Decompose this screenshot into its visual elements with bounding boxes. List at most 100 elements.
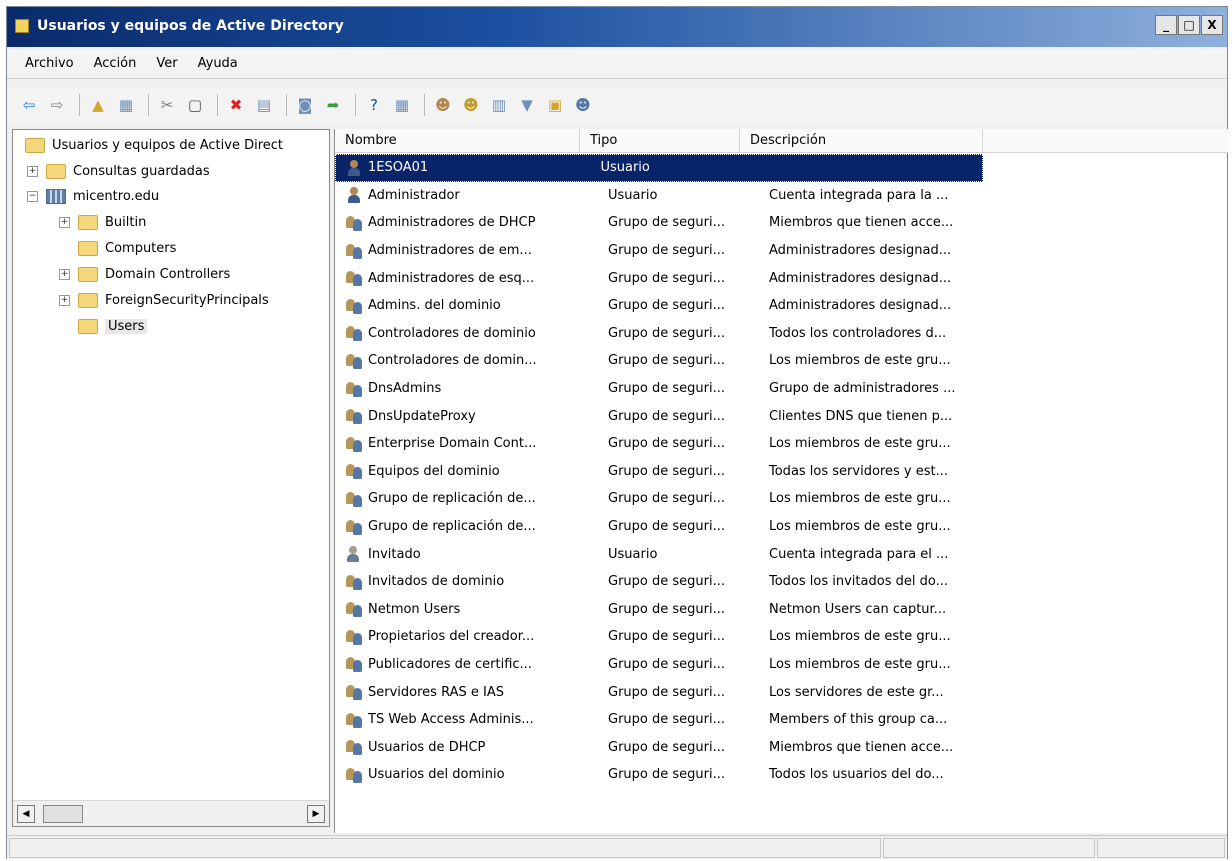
up-folder-icon[interactable]: ▲ [86,93,110,117]
object-description: Los servidores de este gr... [769,684,944,700]
group-icon [345,600,363,618]
scroll-right-icon[interactable]: ▶ [307,805,325,823]
filter-icon[interactable]: ▼ [515,93,539,117]
user-icon [345,159,363,177]
export-list-icon[interactable]: ➦ [321,93,345,117]
object-type: Usuario [600,160,650,176]
tree-expander-icon[interactable]: + [59,294,70,306]
maximize-button[interactable]: □ [1178,15,1200,35]
list-item[interactable]: Servidores RAS e IAS Grupo de seguri... Lo… [335,678,1228,706]
find-icon[interactable]: ▣ [543,93,567,117]
view-icon[interactable]: ▦ [390,93,414,117]
list-item[interactable]: Usuarios de DHCP Grupo de seguri... Miembr… [335,733,1228,761]
tree-node-label: ForeignSecurityPrincipals [105,292,269,308]
forward-arrow-icon[interactable]: ⇨ [45,93,69,117]
app-folder-icon [15,19,29,33]
tree-root[interactable]: Usuarios y equipos de Active Direct [25,133,283,157]
help-icon[interactable]: ? [362,93,386,117]
object-type: Grupo de seguri... [608,712,725,728]
list-item[interactable]: Propietarios del creador... Grupo de segu… [335,623,1228,651]
add-to-group-icon[interactable]: ☻ [571,93,595,117]
column-header-descripcion[interactable]: Descripción [740,129,983,153]
list-item[interactable]: Usuarios del dominio Grupo de seguri... To… [335,761,1228,789]
object-name: Netmon Users [368,601,461,617]
refresh-icon[interactable]: ◙ [293,93,317,117]
tree-node[interactable]: Computers [59,236,176,260]
console-tree-icon[interactable]: ▦ [114,93,138,117]
object-description: Grupo de administradores ... [769,381,956,397]
tree-expander-icon[interactable]: − [27,190,38,202]
group-icon [345,242,363,260]
object-type: Grupo de seguri... [608,298,725,314]
list-item[interactable]: Invitados de dominio Grupo de seguri... To… [335,568,1228,596]
group-icon [345,380,363,398]
toolbar-separator [424,94,425,116]
list-item[interactable]: DnsUpdateProxy Grupo de seguri... Clientes… [335,402,1228,430]
tree-expander-icon[interactable]: + [59,268,70,280]
tree-node[interactable]: + Domain Controllers [59,262,230,286]
tree-node[interactable]: + Consultas guardadas [27,159,210,183]
object-name: Grupo de replicación de... [368,519,536,535]
list-item[interactable]: Enterprise Domain Cont... Grupo de seguri… [335,430,1228,458]
copy-icon[interactable]: ▢ [183,93,207,117]
menu-bar: Archivo Acción Ver Ayuda [7,49,1227,79]
list-item[interactable]: Netmon Users Grupo de seguri... Netmon Use… [335,596,1228,624]
list-item[interactable]: Invitado Usuario Cuenta integrada para el … [335,540,1228,568]
back-arrow-icon[interactable]: ⇦ [17,93,41,117]
column-header-nombre[interactable]: Nombre [335,129,580,153]
object-description: Clientes DNS que tienen p... [769,408,953,424]
object-description: Todos los invitados del do... [769,574,948,590]
new-ou-icon[interactable]: ▥ [487,93,511,117]
new-group-icon[interactable]: ☻ [459,93,483,117]
list-item[interactable]: Administradores de esq... Grupo de seguri… [335,264,1228,292]
tree-node[interactable]: + Builtin [59,210,146,234]
list-item[interactable]: Controladores de dominio Grupo de seguri.… [335,320,1228,348]
list-item[interactable]: Grupo de replicación de... Grupo de segur… [335,513,1228,541]
menu-ver[interactable]: Ver [156,56,177,71]
object-name: Administradores de DHCP [368,215,536,231]
list-item[interactable]: Admins. del dominio Grupo de seguri... Adm… [335,292,1228,320]
list-item[interactable]: 1ESOA01 Usuario [335,154,983,182]
list-item[interactable]: Administradores de em... Grupo de seguri.… [335,237,1228,265]
list-item[interactable]: Equipos del dominio Grupo de seguri... Tod… [335,458,1228,486]
menu-archivo[interactable]: Archivo [25,56,74,71]
tree-node[interactable]: + ForeignSecurityPrincipals [59,288,269,312]
object-description: Netmon Users can captur... [769,601,947,617]
menu-ayuda[interactable]: Ayuda [198,56,238,71]
scroll-thumb[interactable] [43,805,83,823]
object-name: 1ESOA01 [368,160,429,176]
folder-icon [46,163,66,179]
title-bar[interactable]: Usuarios y equipos de Active Directory _… [7,7,1227,47]
list-item[interactable]: Grupo de replicación de... Grupo de segur… [335,485,1228,513]
column-header-tipo[interactable]: Tipo [580,129,740,153]
cut-icon[interactable]: ✂ [155,93,179,117]
object-name: Grupo de replicación de... [368,491,536,507]
tree-node[interactable]: − micentro.edu [27,184,159,208]
list-item[interactable]: Publicadores de certific... Grupo de segu… [335,651,1228,679]
close-button[interactable]: X [1201,15,1223,35]
tree-horizontal-scrollbar[interactable]: ◀ ▶ [13,800,329,826]
menu-accion[interactable]: Acción [94,56,137,71]
new-user-icon[interactable]: ☻ [431,93,455,117]
folder-icon [78,214,98,230]
properties-icon[interactable]: ▤ [252,93,276,117]
list-item[interactable]: DnsAdmins Grupo de seguri... Grupo de admi… [335,375,1228,403]
object-type: Grupo de seguri... [608,436,725,452]
group-icon [345,462,363,480]
object-description: Los miembros de este gru... [769,436,951,452]
list-item[interactable]: Controladores de domin... Grupo de seguri… [335,347,1228,375]
object-description: Todos los usuarios del do... [769,767,944,783]
scroll-left-icon[interactable]: ◀ [17,805,35,823]
tree-node[interactable]: Users [59,314,148,338]
minimize-button[interactable]: _ [1155,15,1177,35]
list-item[interactable]: Administradores de DHCP Grupo de seguri..… [335,209,1228,237]
list-item[interactable]: Administrador Usuario Cuenta integrada par… [335,182,1228,210]
object-description: Administradores designad... [769,243,952,259]
list-item[interactable]: TS Web Access Adminis... Grupo de seguri.… [335,706,1228,734]
object-type: Grupo de seguri... [608,601,725,617]
delete-icon[interactable]: ✖ [224,93,248,117]
tree-expander-icon[interactable]: + [27,165,38,177]
tree-expander-icon[interactable]: + [59,216,70,228]
toolbar-separator [148,94,149,116]
object-type: Grupo de seguri... [608,325,725,341]
